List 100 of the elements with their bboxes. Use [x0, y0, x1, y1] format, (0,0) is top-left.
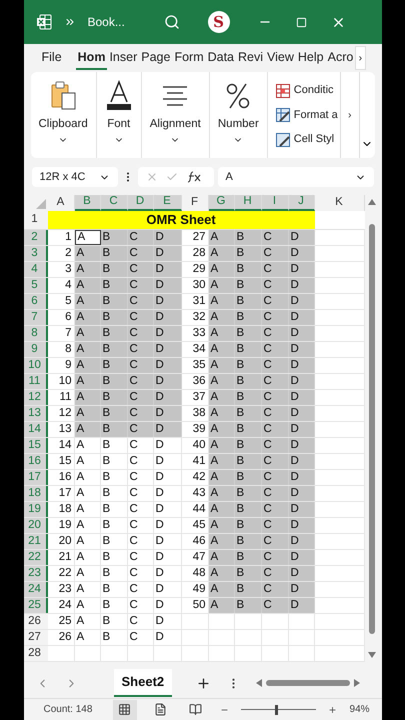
maximize-icon[interactable] — [296, 16, 306, 28]
column-header[interactable]: J — [288, 195, 314, 211]
row-header[interactable]: 6 — [24, 294, 48, 309]
add-sheet-icon[interactable] — [196, 676, 212, 690]
row-header[interactable]: 9 — [24, 342, 48, 357]
row-header[interactable]: 2 — [24, 230, 48, 245]
row-header[interactable]: 18 — [24, 486, 48, 501]
row-header[interactable]: 22 — [24, 550, 48, 565]
row-header[interactable]: 1 — [24, 211, 48, 229]
row-header[interactable]: 27 — [24, 630, 48, 645]
row-header[interactable]: 3 — [24, 246, 48, 261]
scroll-down-icon[interactable] — [368, 652, 376, 658]
row-header[interactable]: 7 — [24, 310, 48, 325]
row-header[interactable]: 14 — [24, 422, 48, 437]
row-header[interactable]: 21 — [24, 534, 48, 549]
table-cell: B — [234, 406, 262, 421]
style-menu-item[interactable]: Conditic — [276, 82, 340, 99]
ribbon-tab[interactable]: Acro — [326, 46, 356, 70]
style-menu-item[interactable]: Cell Styl — [276, 131, 340, 148]
table-cell: A — [74, 502, 100, 517]
ribbon-group-button[interactable]: Number — [210, 72, 268, 158]
table-cell: C — [128, 534, 154, 549]
horizontal-scrollbar[interactable] — [256, 676, 360, 690]
ribbon-scroll-button[interactable]: › — [340, 72, 360, 158]
function-icon[interactable] — [186, 171, 202, 183]
row-header[interactable]: 8 — [24, 326, 48, 341]
row-header[interactable]: 28 — [24, 646, 48, 661]
scroll-thumb[interactable] — [369, 224, 375, 634]
scroll-right-icon[interactable] — [354, 679, 360, 687]
table-cell: B — [234, 326, 262, 341]
table-cell: A — [74, 310, 100, 325]
row-header[interactable]: 12 — [24, 390, 48, 405]
table-cell: A — [74, 486, 100, 501]
row-header[interactable]: 17 — [24, 470, 48, 485]
ribbon-tab[interactable]: Form — [172, 46, 206, 70]
clipboard-icon — [49, 81, 78, 111]
scroll-up-icon[interactable] — [368, 199, 376, 205]
row-header[interactable]: 26 — [24, 614, 48, 629]
ribbon-tab[interactable]: Hom — [76, 46, 108, 70]
table-cell: C — [262, 582, 288, 597]
style-menu-item[interactable]: Format a — [276, 106, 340, 124]
row-header[interactable]: 5 — [24, 278, 48, 293]
name-box[interactable]: 12R x 4C — [32, 167, 118, 187]
table-cell: B — [100, 502, 128, 517]
ribbon-tab[interactable]: Data — [206, 46, 236, 70]
scroll-left-icon[interactable] — [256, 679, 262, 687]
ribbon-tab[interactable]: Help — [296, 46, 326, 70]
row-header[interactable]: 15 — [24, 438, 48, 453]
table-cell: A — [74, 406, 100, 421]
table-cell: C — [262, 358, 288, 373]
table-cell: B — [100, 566, 128, 581]
table-cell: D — [288, 374, 314, 389]
table-cell: 18 — [48, 502, 74, 517]
table-cell: 15 — [48, 454, 74, 469]
row-header[interactable]: 19 — [24, 502, 48, 517]
row-header[interactable]: 20 — [24, 518, 48, 533]
row-header[interactable]: 16 — [24, 454, 48, 469]
column-header[interactable]: G — [208, 195, 234, 211]
ribbon-tab[interactable]: View — [265, 46, 296, 70]
column-header[interactable]: I — [262, 195, 288, 211]
row-header[interactable]: 25 — [24, 598, 48, 613]
table-cell: B — [234, 422, 262, 437]
row-header[interactable]: 11 — [24, 374, 48, 389]
row-header[interactable]: 4 — [24, 262, 48, 277]
ribbon-tab[interactable]: Page — [139, 46, 172, 70]
ribbon-tab[interactable]: Revi — [236, 46, 266, 70]
column-header[interactable]: E — [154, 195, 182, 211]
ribbon-group-button[interactable]: Font — [96, 72, 142, 158]
column-header[interactable]: D — [128, 195, 154, 211]
zoom-slider[interactable] — [240, 704, 316, 714]
column-header[interactable]: H — [234, 195, 262, 211]
ribbon-group-button[interactable]: Alignment — [142, 72, 210, 158]
table-cell: B — [234, 454, 262, 469]
row-header[interactable]: 24 — [24, 582, 48, 597]
scroll-thumb[interactable] — [266, 680, 350, 686]
table-cell: A — [208, 550, 234, 565]
column-header[interactable]: C — [100, 195, 128, 211]
ribbon-group-button[interactable]: Clipboard — [30, 72, 97, 158]
table-cell: C — [128, 246, 154, 261]
ribbon-tab[interactable]: File — [40, 46, 64, 70]
table-cell: B — [234, 358, 262, 373]
table-cell: C — [262, 550, 288, 565]
view-button[interactable] — [113, 700, 137, 720]
search-icon[interactable] — [164, 14, 180, 30]
row-header[interactable]: 13 — [24, 406, 48, 421]
account-avatar[interactable]: S — [208, 11, 230, 33]
ribbon-tab[interactable]: Inser — [107, 46, 140, 70]
table-cell: A — [208, 502, 234, 517]
formula-field[interactable]: A — [218, 167, 374, 187]
slider-thumb[interactable] — [274, 704, 278, 714]
tabs-scroll-button[interactable]: › — [355, 46, 366, 70]
table-cell: D — [154, 470, 182, 485]
more-icon[interactable] — [64, 16, 76, 28]
row-header[interactable]: 10 — [24, 358, 48, 373]
table-cell: A — [74, 614, 100, 629]
sheet-tab[interactable]: Sheet2 — [114, 669, 172, 697]
table-cell: B — [100, 262, 128, 277]
row-header[interactable]: 23 — [24, 566, 48, 581]
column-header[interactable]: B — [74, 195, 100, 211]
zoom-in-icon[interactable] — [328, 704, 338, 714]
